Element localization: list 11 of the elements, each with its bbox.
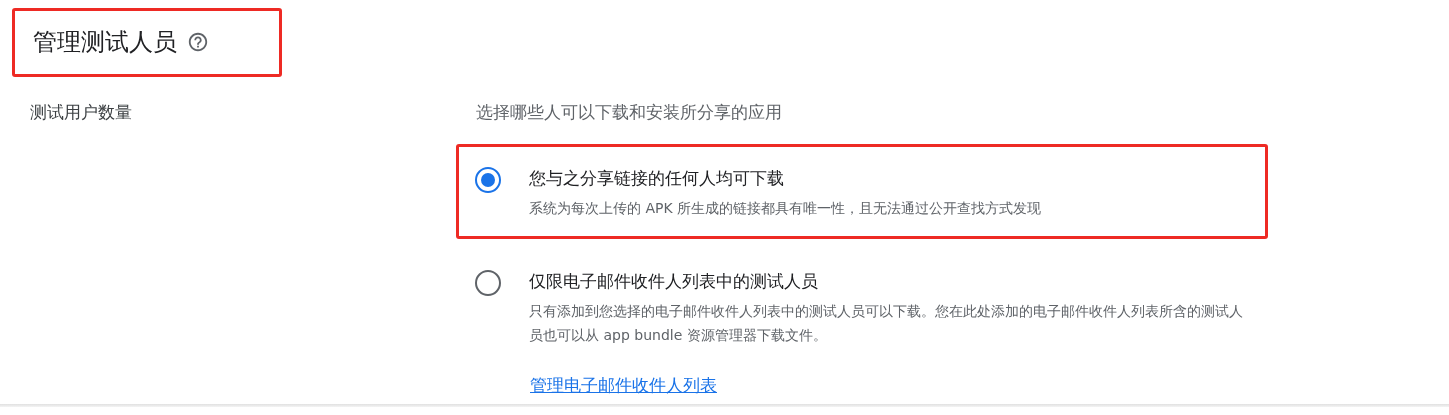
option-description: 系统为每次上传的 APK 所生成的链接都具有唯一性，且无法通过公开查找方式发现 [529, 199, 1042, 218]
page-title: 管理测试人员 [33, 27, 177, 58]
help-icon[interactable] [187, 31, 209, 53]
prompt-text: 选择哪些人可以下载和安装所分享的应用 [475, 101, 783, 124]
radio-button[interactable] [475, 167, 501, 193]
manage-list-link[interactable]: 管理电子邮件收件人列表 [530, 374, 1449, 397]
option-description: 只有添加到您选择的电子邮件收件人列表中的测试人员可以下载。您在此处添加的电子邮件收件人列表所含的测试人员也可以从 app bundle 资源管理器下载文件。 [529, 302, 1244, 345]
option-title: 仅限电子邮件收件人列表中的测试人员 [529, 270, 819, 293]
field-label: 测试用户数量 [29, 101, 133, 124]
radio-button[interactable] [475, 270, 501, 296]
option-title: 您与之分享链接的任何人均可下载 [529, 167, 785, 190]
